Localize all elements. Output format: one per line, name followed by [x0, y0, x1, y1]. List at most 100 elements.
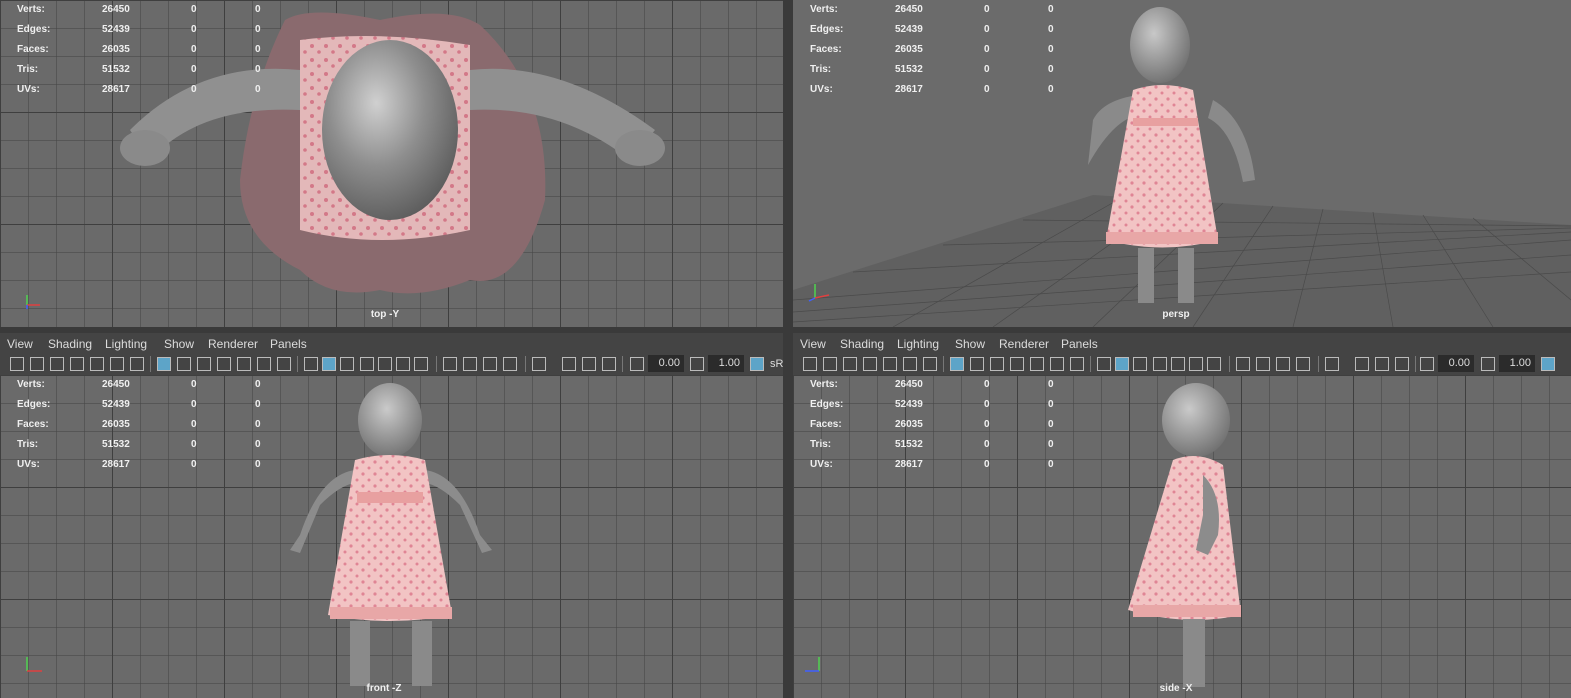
stat-selected: 0 [984, 439, 990, 450]
lights-icon[interactable] [1189, 357, 1203, 371]
menu-view[interactable]: View [7, 337, 33, 351]
2d-pan-icon[interactable] [903, 357, 917, 371]
viewport-divider-horizontal[interactable] [0, 327, 1571, 333]
stat-selected: 0 [984, 419, 990, 430]
field-chart-icon[interactable] [237, 357, 251, 371]
menu-renderer[interactable]: Renderer [999, 337, 1049, 351]
menu-renderer[interactable]: Renderer [208, 337, 258, 351]
ambient-occlusion-icon[interactable] [443, 357, 457, 371]
image-plane-icon[interactable] [70, 357, 84, 371]
viewport-persp[interactable]: Verts: 26450 0 0 Edges: 52439 0 0 Faces: 26035 0 0 T… [793, 0, 1571, 327]
textured-icon[interactable] [1171, 357, 1185, 371]
safe-title-icon[interactable] [1070, 357, 1084, 371]
xray-icon[interactable] [562, 357, 576, 371]
menu-panels[interactable]: Panels [270, 337, 307, 351]
menu-view[interactable]: View [800, 337, 826, 351]
isolate-select-icon[interactable] [1325, 357, 1339, 371]
film-gate-icon[interactable] [970, 357, 984, 371]
motion-blur-icon[interactable] [463, 357, 477, 371]
film-gate-icon[interactable] [177, 357, 191, 371]
xray-active-icon[interactable] [582, 357, 596, 371]
safe-action-icon[interactable] [257, 357, 271, 371]
stats-row: Verts: 26450 0 0 [0, 379, 300, 399]
viewport-divider-vertical[interactable] [783, 0, 793, 698]
grease-pencil-icon[interactable] [883, 357, 897, 371]
stat-value: 26450 [102, 4, 130, 15]
grid-icon[interactable] [157, 357, 171, 371]
bookmark-icon[interactable] [50, 357, 64, 371]
wireframe-icon[interactable] [1097, 357, 1111, 371]
smooth-shade-icon[interactable] [322, 357, 336, 371]
xray-active-icon[interactable] [1375, 357, 1389, 371]
stat-selected: 0 [984, 84, 990, 95]
lights-icon[interactable] [396, 357, 410, 371]
xray-icon[interactable] [1355, 357, 1369, 371]
toolbar-side: 0.00 1.00 [793, 353, 1571, 375]
menu-panels[interactable]: Panels [1061, 337, 1098, 351]
resolution-gate-icon[interactable] [990, 357, 1004, 371]
safe-action-icon[interactable] [1050, 357, 1064, 371]
stat-value: 52439 [102, 24, 130, 35]
film-icon[interactable] [130, 357, 144, 371]
gamma-icon[interactable] [1481, 357, 1495, 371]
exposure-icon[interactable] [1420, 357, 1434, 371]
viewport-side[interactable]: Verts: 26450 0 0 Edges: 52439 0 0 Faces: 26035 0 0 T… [793, 375, 1571, 698]
motion-blur-icon[interactable] [1256, 357, 1270, 371]
menu-show[interactable]: Show [164, 337, 194, 351]
camera-icon[interactable] [803, 357, 817, 371]
use-default-material-icon[interactable] [340, 357, 354, 371]
antialiasing-icon[interactable] [483, 357, 497, 371]
menu-lighting[interactable]: Lighting [897, 337, 939, 351]
menu-lighting[interactable]: Lighting [105, 337, 147, 351]
exposure-icon[interactable] [630, 357, 644, 371]
wireframe-icon[interactable] [304, 357, 318, 371]
viewport-top[interactable]: Verts: 26450 0 0 Edges: 52439 0 0 Faces: 26035 0 0 T… [0, 0, 783, 327]
menu-shading[interactable]: Shading [840, 337, 884, 351]
field-chart-icon[interactable] [1030, 357, 1044, 371]
gamma-field[interactable]: 1.00 [1499, 355, 1535, 372]
camera-attr-icon[interactable] [30, 357, 44, 371]
2d-pan-icon[interactable] [110, 357, 124, 371]
safe-title-icon[interactable] [277, 357, 291, 371]
xray-joints-icon[interactable] [602, 357, 616, 371]
camera-attr-icon[interactable] [823, 357, 837, 371]
stats-row: Edges: 52439 0 0 [0, 24, 300, 44]
color-management-icon[interactable] [1541, 357, 1555, 371]
color-management-icon[interactable] [750, 357, 764, 371]
wireframe-on-shaded-icon[interactable] [360, 357, 374, 371]
stat-label: Faces: [810, 419, 842, 430]
gate-mask-icon[interactable] [217, 357, 231, 371]
gamma-field[interactable]: 1.00 [708, 355, 744, 372]
stat-faces-selected: 0 [1048, 439, 1054, 450]
textured-icon[interactable] [378, 357, 392, 371]
use-default-material-icon[interactable] [1133, 357, 1147, 371]
depth-of-field-icon[interactable] [1296, 357, 1310, 371]
isolate-select-icon[interactable] [532, 357, 546, 371]
camera-icon[interactable] [10, 357, 24, 371]
depth-of-field-icon[interactable] [503, 357, 517, 371]
xray-joints-icon[interactable] [1395, 357, 1409, 371]
stat-value: 26450 [895, 4, 923, 15]
wireframe-on-shaded-icon[interactable] [1153, 357, 1167, 371]
gamma-icon[interactable] [690, 357, 704, 371]
color-space-label[interactable]: sR [770, 358, 783, 370]
shadows-icon[interactable] [1207, 357, 1221, 371]
bookmark-icon[interactable] [843, 357, 857, 371]
viewport-label: front -Z [366, 683, 402, 694]
image-plane-icon[interactable] [863, 357, 877, 371]
smooth-shade-icon[interactable] [1115, 357, 1129, 371]
resolution-gate-icon[interactable] [197, 357, 211, 371]
viewport-front[interactable]: Verts: 26450 0 0 Edges: 52439 0 0 Faces: 26035 0 0 T… [0, 375, 783, 698]
menu-shading[interactable]: Shading [48, 337, 92, 351]
gate-mask-icon[interactable] [1010, 357, 1024, 371]
shadows-icon[interactable] [414, 357, 428, 371]
exposure-field[interactable]: 0.00 [1438, 355, 1474, 372]
menu-show[interactable]: Show [955, 337, 985, 351]
grid-icon[interactable] [950, 357, 964, 371]
grease-pencil-icon[interactable] [90, 357, 104, 371]
antialiasing-icon[interactable] [1276, 357, 1290, 371]
film-icon[interactable] [923, 357, 937, 371]
viewport-label: top -Y [370, 309, 400, 320]
ambient-occlusion-icon[interactable] [1236, 357, 1250, 371]
exposure-field[interactable]: 0.00 [648, 355, 684, 372]
